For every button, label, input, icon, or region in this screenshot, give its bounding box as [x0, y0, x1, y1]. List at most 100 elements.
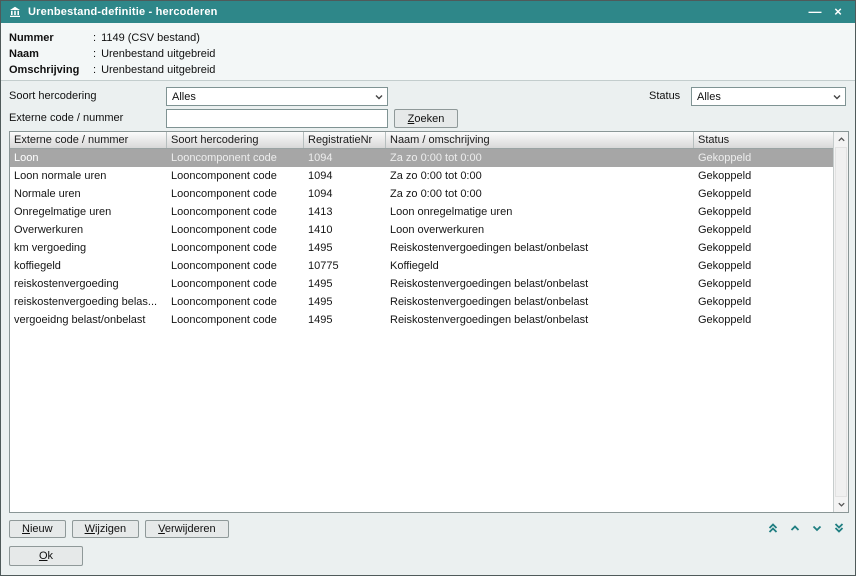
- cell-soort: Looncomponent code: [167, 239, 304, 257]
- wijzigen-button[interactable]: Wijzigen: [72, 520, 140, 538]
- wijzigen-mnemonic: W: [85, 523, 95, 535]
- ok-mnemonic: O: [39, 550, 48, 562]
- confirm-bar: Ok: [9, 546, 83, 566]
- app-icon: [9, 6, 21, 18]
- cell-registratienr: 10775: [304, 257, 386, 275]
- table-row[interactable]: Loon normale uren Looncomponent code 109…: [10, 167, 833, 185]
- dialog-window: Urenbestand-definitie - hercoderen — × N…: [0, 0, 856, 576]
- table-row[interactable]: vergoeidng belast/onbelast Looncomponent…: [10, 311, 833, 329]
- cell-status: Gekoppeld: [694, 203, 833, 221]
- cell-naam: Za zo 0:00 tot 0:00: [386, 185, 694, 203]
- table-header: Externe code / nummer Soort hercodering …: [10, 132, 833, 149]
- nieuw-label-rest: ieuw: [30, 523, 53, 535]
- column-header-externe-code[interactable]: Externe code / nummer: [10, 132, 167, 148]
- cell-externe-code: reiskostenvergoeding: [10, 275, 167, 293]
- close-button[interactable]: ×: [830, 2, 846, 22]
- cell-externe-code: Normale uren: [10, 185, 167, 203]
- table-row[interactable]: Onregelmatige uren Looncomponent code 14…: [10, 203, 833, 221]
- cell-status: Gekoppeld: [694, 239, 833, 257]
- filter-bar: Soort hercodering Alles Status Alles Ext…: [1, 81, 855, 131]
- cell-naam: Loon onregelmatige uren: [386, 203, 694, 221]
- column-header-status[interactable]: Status: [694, 132, 833, 148]
- go-next-button[interactable]: [808, 520, 825, 536]
- minimize-button[interactable]: —: [807, 2, 823, 22]
- cell-status: Gekoppeld: [694, 185, 833, 203]
- go-first-button[interactable]: [764, 520, 781, 536]
- status-label: Status: [649, 87, 680, 106]
- scrollbar-thumb[interactable]: [835, 147, 847, 497]
- verwijderen-mnemonic: V: [158, 523, 165, 535]
- verwijderen-button[interactable]: Verwijderen: [145, 520, 228, 538]
- table-row[interactable]: Overwerkuren Looncomponent code 1410 Loo…: [10, 221, 833, 239]
- omschrijving-label: Omschrijving: [9, 62, 93, 78]
- window-title: Urenbestand-definitie - hercoderen: [28, 6, 800, 18]
- naam-label: Naam: [9, 46, 93, 62]
- omschrijving-separator: :: [93, 64, 96, 76]
- nieuw-button[interactable]: Nieuw: [9, 520, 66, 538]
- ok-button[interactable]: Ok: [9, 546, 83, 566]
- wijzigen-label-rest: ijzigen: [95, 523, 126, 535]
- go-previous-button[interactable]: [786, 520, 803, 536]
- column-header-naam-omschrijving[interactable]: Naam / omschrijving: [386, 132, 694, 148]
- omschrijving-value: Urenbestand uitgebreid: [101, 64, 215, 76]
- soort-hercodering-label: Soort hercodering: [9, 87, 96, 106]
- table-scrollbar[interactable]: [833, 132, 848, 512]
- cell-externe-code: Onregelmatige uren: [10, 203, 167, 221]
- table-row[interactable]: Normale uren Looncomponent code 1094 Za …: [10, 185, 833, 203]
- status-value: Alles: [697, 91, 832, 103]
- chevron-up-icon: [789, 522, 801, 534]
- zoeken-button[interactable]: Zoeken: [394, 109, 458, 128]
- cell-soort: Looncomponent code: [167, 275, 304, 293]
- cell-status: Gekoppeld: [694, 275, 833, 293]
- table-row[interactable]: koffiegeld Looncomponent code 10775 Koff…: [10, 257, 833, 275]
- info-row-omschrijving: Omschrijving: Urenbestand uitgebreid: [9, 62, 847, 78]
- nieuw-mnemonic: N: [22, 523, 30, 535]
- cell-naam: Za zo 0:00 tot 0:00: [386, 167, 694, 185]
- cell-soort: Looncomponent code: [167, 203, 304, 221]
- cell-externe-code: Loon normale uren: [10, 167, 167, 185]
- cell-registratienr: 1094: [304, 149, 386, 167]
- naam-separator: :: [93, 48, 96, 60]
- cell-naam: Reiskostenvergoedingen belast/onbelast: [386, 311, 694, 329]
- cell-externe-code: vergoeidng belast/onbelast: [10, 311, 167, 329]
- cell-naam: Reiskostenvergoedingen belast/onbelast: [386, 239, 694, 257]
- table-row[interactable]: km vergoeding Looncomponent code 1495 Re…: [10, 239, 833, 257]
- externe-code-label: Externe code / nummer: [9, 109, 123, 128]
- externe-code-input[interactable]: [166, 109, 388, 128]
- cell-registratienr: 1495: [304, 293, 386, 311]
- cell-externe-code: koffiegeld: [10, 257, 167, 275]
- chevron-down-icon: [374, 92, 384, 102]
- verwijderen-label-rest: erwijderen: [165, 523, 216, 535]
- table-row[interactable]: reiskostenvergoeding belas... Looncompon…: [10, 293, 833, 311]
- column-header-registratienr[interactable]: RegistratieNr: [304, 132, 386, 148]
- cell-externe-code: Loon: [10, 149, 167, 167]
- cell-soort: Looncomponent code: [167, 167, 304, 185]
- titlebar[interactable]: Urenbestand-definitie - hercoderen — ×: [1, 1, 855, 23]
- cell-status: Gekoppeld: [694, 221, 833, 239]
- naam-value: Urenbestand uitgebreid: [101, 48, 215, 60]
- scrollbar-up-arrow[interactable]: [834, 132, 848, 147]
- table-row[interactable]: reiskostenvergoeding Looncomponent code …: [10, 275, 833, 293]
- column-header-soort-hercodering[interactable]: Soort hercodering: [167, 132, 304, 148]
- cell-status: Gekoppeld: [694, 167, 833, 185]
- scrollbar-down-arrow[interactable]: [834, 497, 848, 512]
- chevron-down-icon: [811, 522, 823, 534]
- cell-registratienr: 1410: [304, 221, 386, 239]
- go-last-button[interactable]: [830, 520, 847, 536]
- cell-status: Gekoppeld: [694, 311, 833, 329]
- cell-soort: Looncomponent code: [167, 149, 304, 167]
- cell-soort: Looncomponent code: [167, 311, 304, 329]
- info-row-nummer: Nummer:1149 (CSV bestand): [9, 30, 847, 46]
- double-chevron-down-icon: [833, 522, 845, 534]
- soort-hercodering-select[interactable]: Alles: [166, 87, 388, 106]
- cell-naam: Koffiegeld: [386, 257, 694, 275]
- cell-naam: Loon overwerkuren: [386, 221, 694, 239]
- row-navigation: [764, 520, 847, 536]
- cell-soort: Looncomponent code: [167, 221, 304, 239]
- cell-naam: Reiskostenvergoedingen belast/onbelast: [386, 275, 694, 293]
- nummer-label: Nummer: [9, 30, 93, 46]
- status-select[interactable]: Alles: [691, 87, 846, 106]
- table-row[interactable]: Loon Looncomponent code 1094 Za zo 0:00 …: [10, 149, 833, 167]
- table-body: Loon Looncomponent code 1094 Za zo 0:00 …: [10, 149, 833, 512]
- cell-status: Gekoppeld: [694, 149, 833, 167]
